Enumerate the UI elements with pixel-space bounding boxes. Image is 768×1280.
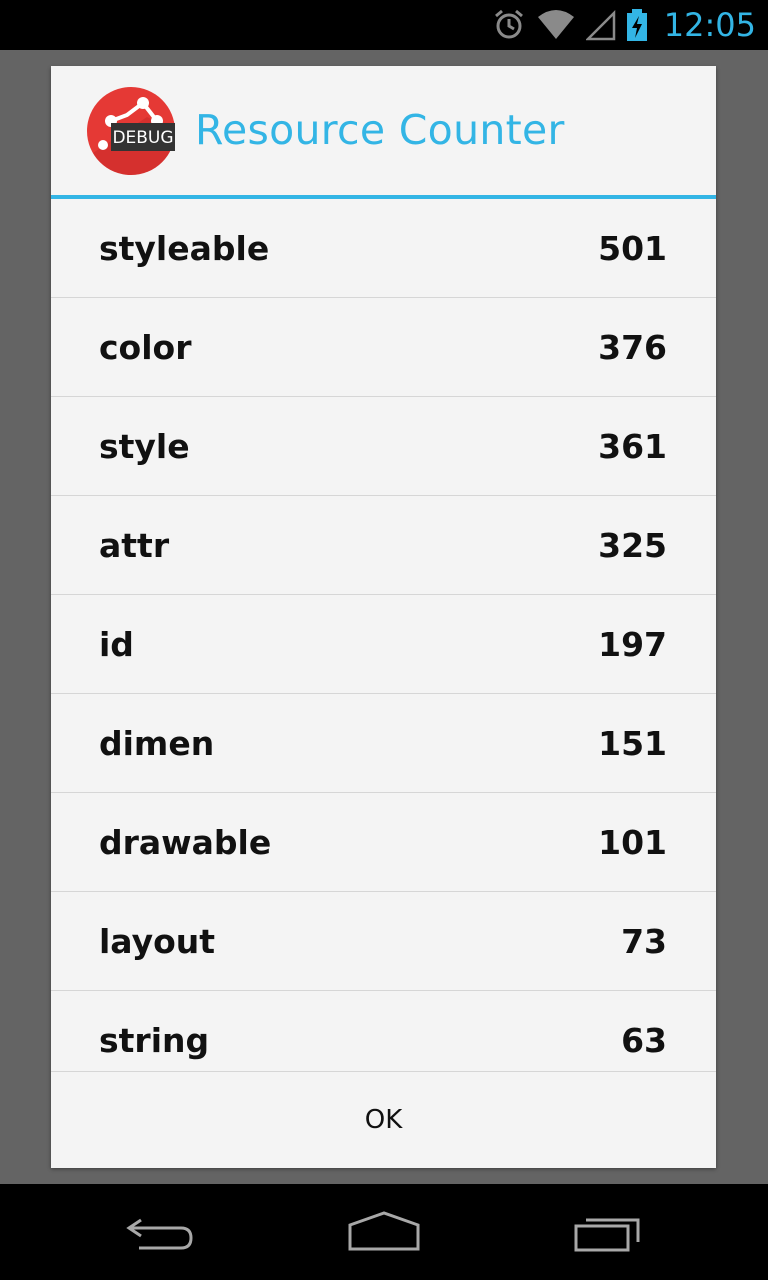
resource-list[interactable]: styleable 501 color 376 style 361 attr 325 id 197… (51, 199, 716, 1138)
list-item[interactable]: dimen 151 (51, 694, 716, 793)
back-icon (126, 1218, 193, 1250)
resource-type-label: string (99, 1021, 210, 1060)
list-item[interactable]: drawable 101 (51, 793, 716, 892)
resource-type-label: color (99, 328, 192, 367)
list-item[interactable]: styleable 501 (51, 199, 716, 298)
dialog-title: Resource Counter (195, 106, 565, 154)
navigation-bar (0, 1184, 768, 1280)
resource-type-label: attr (99, 526, 170, 565)
resource-count-value: 151 (598, 724, 667, 763)
list-item[interactable]: layout 73 (51, 892, 716, 991)
back-button[interactable] (32, 1184, 288, 1280)
status-icons: 12:05 (492, 0, 756, 50)
resource-type-label: id (99, 625, 134, 664)
resource-type-label: layout (99, 922, 216, 961)
recents-icon (574, 1218, 640, 1252)
alarm-icon (494, 9, 523, 39)
resource-type-label: drawable (99, 823, 272, 862)
signal-icon (585, 9, 616, 41)
home-button[interactable] (256, 1184, 512, 1280)
recents-button[interactable] (480, 1184, 736, 1280)
list-item[interactable]: style 361 (51, 397, 716, 496)
resource-count-value: 197 (598, 625, 667, 664)
resource-count-value: 73 (621, 922, 667, 961)
wifi-icon (537, 10, 574, 39)
debug-badge: DEBUG (112, 128, 173, 148)
app-icon: DEBUG (87, 87, 175, 175)
battery-charging-icon (626, 9, 647, 41)
dialog-header: DEBUG Resource Counter (51, 66, 716, 199)
resource-count-value: 63 (621, 1021, 667, 1060)
dialog-button-bar: OK (51, 1071, 716, 1168)
status-time: 12:05 (663, 6, 756, 44)
status-bar: 12:05 (0, 0, 768, 50)
resource-counter-dialog: DEBUG Resource Counter styleable 501 color… (51, 66, 716, 1168)
list-item[interactable]: attr 325 (51, 496, 716, 595)
resource-type-label: dimen (99, 724, 215, 763)
resource-count-value: 325 (598, 526, 667, 565)
home-icon (348, 1211, 420, 1251)
resource-type-label: style (99, 427, 190, 466)
resource-count-value: 376 (598, 328, 667, 367)
ok-button[interactable]: OK (51, 1072, 716, 1168)
list-item[interactable]: color 376 (51, 298, 716, 397)
resource-count-value: 361 (598, 427, 667, 466)
resource-count-value: 501 (598, 229, 667, 268)
resource-type-label: styleable (99, 229, 270, 268)
list-item[interactable]: id 197 (51, 595, 716, 694)
resource-count-value: 101 (598, 823, 667, 862)
